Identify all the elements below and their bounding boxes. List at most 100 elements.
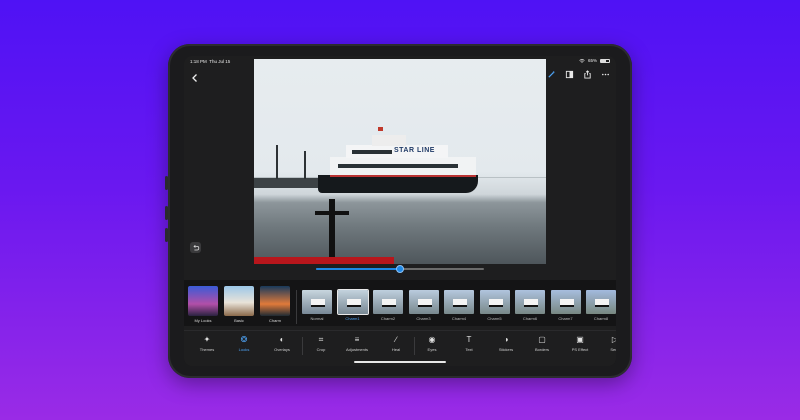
filter-thumbnail — [336, 289, 369, 315]
toolbar-divider — [414, 337, 415, 355]
filter-thumbnail — [302, 290, 332, 314]
ipad-device: 1:18 PM Thu Jul 15 65% STAR LINE My Look… — [165, 44, 632, 378]
filter-thumbnail — [444, 290, 474, 314]
tool-stickers[interactable]: ◑ Stickers — [491, 335, 521, 361]
tool-text[interactable]: T Text — [454, 335, 484, 361]
filter-tile[interactable]: Charm8 — [586, 290, 616, 326]
filter-tile[interactable]: Charm2 — [373, 290, 403, 326]
theme-tile[interactable]: Basic — [224, 286, 254, 326]
filter-strip: My Looks Basic Charm Normal Charm1 Charm2 Char… — [184, 280, 616, 326]
filter-label: Normal — [310, 316, 324, 321]
tool-label: PS Effect — [571, 347, 589, 352]
top-toolbar — [546, 69, 610, 79]
thumbnail-boat — [311, 299, 325, 307]
tool-send[interactable]: ▷ Send — [600, 335, 616, 361]
pier-post — [304, 151, 306, 179]
home-indicator — [354, 361, 446, 363]
more-icon[interactable] — [600, 69, 610, 79]
filter-tile[interactable]: Charm5 — [479, 290, 510, 326]
filter-thumbnail — [550, 290, 581, 314]
boat-deck — [330, 157, 476, 177]
wifi-icon — [579, 58, 585, 63]
filter-label: Charm6 — [522, 316, 538, 321]
filter-tile[interactable]: Normal — [302, 290, 332, 326]
status-time: 1:18 PM Thu Jul 15 — [190, 59, 231, 64]
filter-thumbnail — [408, 290, 439, 314]
tool-borders[interactable]: ▢ Borders — [527, 335, 557, 361]
tool-adjustments[interactable]: ≡ Adjustments — [342, 335, 372, 361]
filter-tile[interactable]: Charm7 — [550, 290, 581, 326]
theme-thumbnail — [224, 286, 254, 316]
ps-effect-icon: ▣ — [576, 335, 584, 344]
boat-cabin — [372, 135, 406, 146]
device-button — [165, 206, 168, 220]
filter-tile[interactable]: Charm3 — [408, 290, 439, 326]
intensity-slider[interactable] — [316, 265, 484, 273]
thumbnail-boat — [382, 299, 396, 307]
filter-label: Charm4 — [451, 316, 467, 321]
tool-label: Overlays — [274, 347, 290, 352]
tool-looks[interactable]: ❂ Looks — [229, 335, 259, 361]
tool-label: Stickers — [498, 347, 514, 352]
tool-label: Text — [465, 347, 473, 352]
filter-label: Charm2 — [380, 316, 396, 321]
magic-wand-icon[interactable] — [546, 69, 556, 79]
theme-tile[interactable]: Charm — [260, 286, 290, 326]
app-screen: 1:18 PM Thu Jul 15 65% STAR LINE My Look… — [184, 56, 616, 366]
theme-label: Charm — [268, 318, 281, 323]
photo-canvas[interactable]: STAR LINE — [254, 59, 546, 264]
battery-icon — [600, 58, 610, 63]
filter-tile[interactable]: Charm1 — [336, 289, 369, 326]
heal-icon: ∕ — [395, 335, 397, 344]
filter-thumbnail — [586, 290, 616, 314]
boat-windows — [352, 150, 392, 154]
filter-tile[interactable]: Charm6 — [515, 290, 545, 326]
tool-label: Borders — [534, 347, 549, 352]
slider-knob[interactable] — [396, 265, 404, 273]
tool-label: Eyes — [427, 347, 437, 352]
looks-icon: ❂ — [240, 335, 248, 344]
cross-post — [329, 199, 335, 264]
theme-label: Basic — [234, 318, 244, 323]
boat-flag — [378, 127, 383, 131]
theme-tile[interactable]: My Looks — [188, 286, 218, 326]
filter-thumbnail — [373, 290, 403, 314]
tool-eyes[interactable]: ◉ Eyes — [417, 335, 447, 361]
pier-post — [276, 145, 278, 179]
tool-label: Send — [610, 347, 616, 352]
crop-icon: ⌗ — [318, 335, 324, 344]
thumbnail-boat — [417, 299, 432, 307]
strip-divider — [296, 290, 297, 324]
undo-icon — [192, 244, 199, 250]
borders-icon: ▢ — [538, 335, 546, 344]
tool-ps-effect[interactable]: ▣ PS Effect — [565, 335, 595, 361]
slider-fill — [316, 268, 400, 270]
thumbnail-boat — [488, 299, 503, 307]
stickers-icon: ◑ — [503, 335, 509, 344]
tool-themes[interactable]: ✦ Themes — [192, 335, 222, 361]
back-icon[interactable] — [190, 70, 200, 82]
device-button — [165, 228, 168, 242]
text-icon: T — [466, 335, 472, 344]
pier — [254, 178, 324, 188]
filter-label: Charm1 — [345, 316, 360, 321]
tool-crop[interactable]: ⌗ Crop — [306, 335, 336, 361]
thumbnail-boat — [453, 299, 467, 307]
undo-button[interactable] — [190, 242, 201, 253]
overlays-icon: ◐ — [279, 335, 285, 344]
filter-label: Charm8 — [593, 316, 609, 321]
send-icon: ▷ — [611, 335, 616, 344]
filter-label: Charm5 — [487, 316, 502, 321]
tool-label: Looks — [238, 347, 250, 352]
thumbnail-boat — [595, 299, 609, 307]
tool-label: Heal — [391, 347, 401, 352]
boat-windows — [338, 164, 458, 168]
tool-heal[interactable]: ∕ Heal — [381, 335, 411, 361]
thumbnail-boat — [559, 299, 574, 307]
compare-icon[interactable] — [564, 69, 574, 79]
red-railing — [254, 257, 394, 264]
tool-overlays[interactable]: ◐ Overlays — [267, 335, 297, 361]
theme-thumbnail — [188, 286, 218, 316]
share-icon[interactable] — [582, 69, 592, 79]
filter-tile[interactable]: Charm4 — [444, 290, 474, 326]
